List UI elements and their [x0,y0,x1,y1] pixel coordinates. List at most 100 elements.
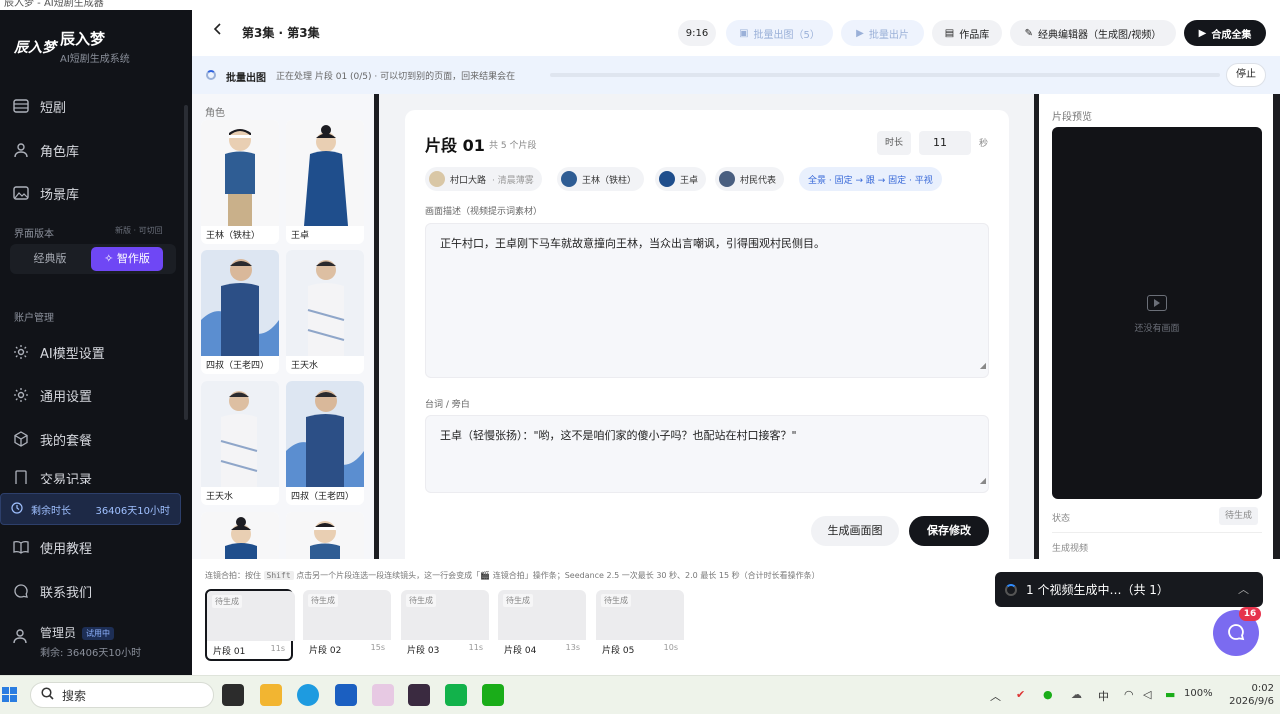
segment-title: 片段 01 [425,136,485,155]
duration-input[interactable]: 11 [919,131,971,155]
character-name: 王天水 [291,361,319,371]
description-textarea[interactable]: 正午村口，王卓刚下马车就故意撞向王林，当众出言嘲讽，引得围观村民侧目。 ◢ [425,223,989,378]
character-tag[interactable]: 王林（铁柱） [557,167,645,191]
stop-button[interactable]: 停止 [1226,63,1266,87]
generate-video-label: 生成视频 [1052,544,1089,554]
clip-thumbnail[interactable]: 待生成 片段 02 15s [303,590,391,660]
generate-image-button[interactable]: 生成画面图 [811,516,899,546]
generation-toast[interactable]: 1 个视频生成中…（共 1） ︿ [995,572,1263,607]
chevron-up-icon[interactable]: ︿ [1238,581,1249,597]
brand-subtitle: AI短剧生成系统 [60,54,130,65]
character-tag[interactable]: 村民代表 [715,167,785,191]
cloud-icon[interactable]: ☁ [1071,688,1082,701]
clip-duration: 10s [663,643,678,652]
clock-icon [11,501,23,517]
scene-tag[interactable]: 村口大路 · 清晨薄雾 [425,167,542,191]
sidebar-item-tutorial[interactable]: 使用教程 [0,527,192,567]
character-card[interactable] [286,512,364,559]
taskbar-search[interactable]: 搜索 [30,682,214,708]
status-label: 状态 [1052,514,1071,524]
sidebar-item-contact[interactable]: 联系我们 [0,571,192,611]
sidebar-item-ai-model[interactable]: AI模型设置 [0,332,192,372]
system-clock[interactable]: 0:02 2026/9/6 [1222,682,1274,708]
status-badge: 待生成 [1219,507,1259,525]
batch-progress-banner: 批量出图 正在处理 片段 01 (0/5) · 可以切到别的页面，回来结果会在 … [192,56,1280,94]
clip-status: 待生成 [308,594,338,607]
snipping-tool-icon[interactable] [372,684,394,706]
shot-type-tag[interactable]: 全景 · 固定 → 跟 → 固定 · 平视 [799,167,942,191]
taskbar: 搜索 ︿ ✔ ● ☁ 中 ◠ ◁ ▬ 100% 0:02 2026/9/6 [0,675,1280,714]
window-scrollbar[interactable] [1273,94,1280,559]
dialogue-textarea[interactable]: 王卓（轻慢张扬）："哟，这不是咱们家的傻小子吗？也配站在村口接客？" ◢ [425,415,989,493]
video-icon: ▶ [856,27,864,39]
clip-duration: 13s [565,643,580,652]
clip-thumbnail[interactable]: 待生成 片段 05 10s [596,590,684,660]
sidebar-scrollbar[interactable] [184,105,188,420]
batch-clip-button[interactable]: ▶ 批量出片 [841,20,924,46]
sidebar-item-drama[interactable]: 短剧 [0,86,192,126]
wechat-tray-icon[interactable]: ● [1043,688,1053,701]
version-classic-button[interactable]: 经典版 [14,248,86,270]
image-icon [12,184,30,202]
works-library-button[interactable]: ▤ 作品库 [932,20,1002,46]
file-explorer-icon[interactable] [260,684,282,706]
version-smart-button[interactable]: ✧ 智作版 [91,247,163,271]
character-card[interactable]: 王卓 [286,120,364,244]
messaging-app-icon[interactable] [445,684,467,706]
edge-icon[interactable] [297,684,319,706]
merge-all-button[interactable]: ▶ 合成全集 [1184,20,1266,46]
clip-thumbnail[interactable]: 待生成 片段 01 11s [205,589,295,661]
aspect-ratio-button[interactable]: 9:16 [678,20,716,46]
sidebar-item-label: 角色库 [40,144,80,160]
character-name: 王林（铁柱） [206,231,261,241]
user-icon [12,141,30,159]
search-icon [41,687,54,703]
battery-icon[interactable]: ▬ [1165,688,1175,701]
classic-editor-button[interactable]: ✎ 经典编辑器（生成图/视频） [1010,20,1176,46]
task-view-icon[interactable] [222,684,244,706]
clip-thumbnail[interactable]: 待生成 片段 03 11s [401,590,489,660]
chevron-up-icon[interactable]: ︿ [990,688,1001,704]
sidebar-item-characters[interactable]: 角色库 [0,130,192,170]
character-card[interactable]: 四叔（王老四） [201,250,279,374]
active-app-icon[interactable] [408,684,430,706]
wechat-icon[interactable] [482,684,504,706]
description-text: 正午村口，王卓刚下马车就故意撞向王林，当众出言嘲讽，引得围观村民侧目。 [440,237,825,250]
tag-label: 王林（铁柱） [582,175,637,186]
sidebar-item-label: 使用教程 [40,541,93,557]
sidebar-item-scenes[interactable]: 场景库 [0,173,192,213]
resize-handle-icon[interactable]: ◢ [980,472,986,490]
loading-spinner-icon [1005,583,1017,596]
tray-app-icon[interactable]: ✔ [1016,688,1025,701]
character-card[interactable]: 王林（铁柱） [201,120,279,244]
sidebar-item-general-settings[interactable]: 通用设置 [0,375,192,415]
character-card[interactable]: 王天水 [201,381,279,505]
interface-version-label: 界面版本 [14,229,54,240]
character-card[interactable]: 王天水 [286,250,364,374]
ime-indicator[interactable]: 中 [1098,688,1109,704]
avatar-icon [12,628,30,647]
progress-text: 正在处理 片段 01 (0/5) · 可以切到别的页面，回来结果会在 [276,72,516,82]
character-card[interactable]: 四叔（王老四） [286,381,364,505]
security-app-icon[interactable] [335,684,357,706]
volume-icon[interactable]: ◁ [1143,688,1151,701]
character-card[interactable] [201,512,279,559]
interface-version-hint: 新版 · 可切回 [115,226,163,235]
back-icon[interactable] [212,23,224,39]
sidebar-item-my-plan[interactable]: 我的套餐 [0,419,192,459]
batch-image-button[interactable]: ▣ 批量出图（5） [726,20,833,46]
wifi-icon[interactable]: ◠ [1124,688,1134,701]
sidebar-item-transactions[interactable]: 交易记录 [0,462,192,484]
admin-profile[interactable]: 管理员 试用中 剩余: 36406天10小时 [12,624,141,659]
character-name: 王天水 [206,492,234,502]
preview-panel: 片段预览 还没有画面 状态 待生成 生成视频 [1039,94,1273,559]
clip-thumbnail[interactable]: 待生成 片段 04 13s [498,590,586,660]
preview-player[interactable]: 还没有画面 [1052,127,1262,499]
save-changes-button[interactable]: 保存修改 [909,516,989,546]
tag-label: 王卓 [680,175,699,186]
resize-handle-icon[interactable]: ◢ [980,357,986,375]
sidebar-item-label: 联系我们 [40,585,93,601]
character-tag[interactable]: 王卓 [655,167,707,191]
windows-start-icon[interactable] [2,687,18,703]
description-label: 画面描述（视频提示词素材） [425,207,543,217]
